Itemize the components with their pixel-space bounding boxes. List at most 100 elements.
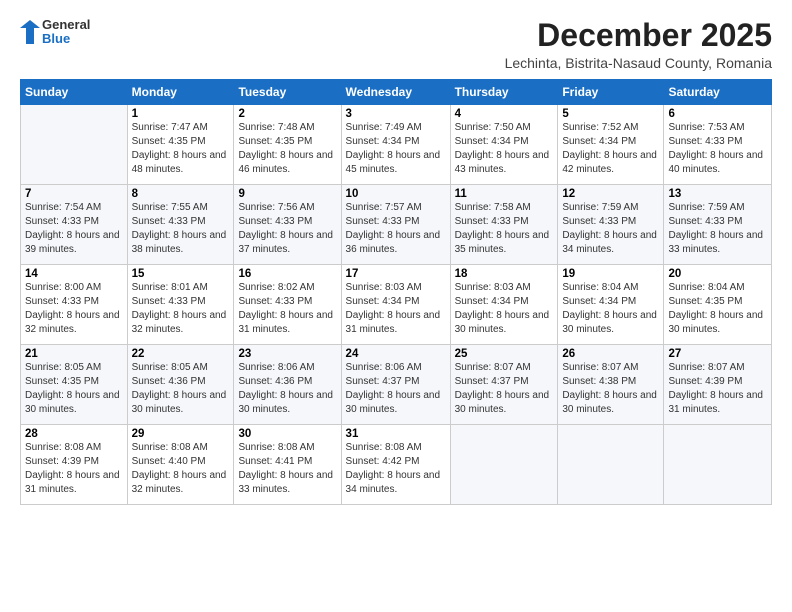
day-number: 27	[668, 348, 767, 360]
daylight-text: Daylight: 8 hours and 38 minutes.	[132, 230, 227, 255]
day-number: 23	[238, 348, 336, 360]
table-row: 21Sunrise: 8:05 AMSunset: 4:35 PMDayligh…	[21, 345, 128, 425]
sunset-text: Sunset: 4:36 PM	[132, 376, 206, 387]
day-info: Sunrise: 8:00 AMSunset: 4:33 PMDaylight:…	[25, 281, 123, 337]
day-number: 30	[238, 428, 336, 440]
day-info: Sunrise: 7:47 AMSunset: 4:35 PMDaylight:…	[132, 121, 230, 177]
sunset-text: Sunset: 4:33 PM	[346, 216, 420, 227]
day-number: 5	[562, 108, 659, 120]
sunrise-text: Sunrise: 7:52 AM	[562, 122, 638, 133]
sunrise-text: Sunrise: 7:56 AM	[238, 202, 314, 213]
sunrise-text: Sunrise: 7:57 AM	[346, 202, 422, 213]
month-title: December 2025	[505, 18, 772, 53]
logo-bird-icon	[20, 18, 40, 46]
sunrise-text: Sunrise: 7:59 AM	[668, 202, 744, 213]
daylight-text: Daylight: 8 hours and 33 minutes.	[668, 230, 763, 255]
day-info: Sunrise: 8:06 AMSunset: 4:36 PMDaylight:…	[238, 361, 336, 417]
sunrise-text: Sunrise: 7:59 AM	[562, 202, 638, 213]
table-row: 16Sunrise: 8:02 AMSunset: 4:33 PMDayligh…	[234, 265, 341, 345]
sunset-text: Sunset: 4:39 PM	[25, 456, 99, 467]
day-number: 19	[562, 268, 659, 280]
sunrise-text: Sunrise: 8:04 AM	[562, 282, 638, 293]
weekday-header-row: Sunday Monday Tuesday Wednesday Thursday…	[21, 80, 772, 105]
day-info: Sunrise: 7:58 AMSunset: 4:33 PMDaylight:…	[455, 201, 554, 257]
table-row: 20Sunrise: 8:04 AMSunset: 4:35 PMDayligh…	[664, 265, 772, 345]
day-number: 11	[455, 188, 554, 200]
header-wednesday: Wednesday	[341, 80, 450, 105]
day-number: 9	[238, 188, 336, 200]
sunset-text: Sunset: 4:33 PM	[238, 216, 312, 227]
day-info: Sunrise: 7:49 AMSunset: 4:34 PMDaylight:…	[346, 121, 446, 177]
day-number: 1	[132, 108, 230, 120]
day-number: 13	[668, 188, 767, 200]
sunset-text: Sunset: 4:33 PM	[455, 216, 529, 227]
day-info: Sunrise: 8:02 AMSunset: 4:33 PMDaylight:…	[238, 281, 336, 337]
day-number: 3	[346, 108, 446, 120]
daylight-text: Daylight: 8 hours and 31 minutes.	[25, 470, 120, 495]
day-number: 4	[455, 108, 554, 120]
sunset-text: Sunset: 4:35 PM	[25, 376, 99, 387]
day-number: 29	[132, 428, 230, 440]
day-info: Sunrise: 7:57 AMSunset: 4:33 PMDaylight:…	[346, 201, 446, 257]
table-row: 31Sunrise: 8:08 AMSunset: 4:42 PMDayligh…	[341, 425, 450, 505]
table-row: 10Sunrise: 7:57 AMSunset: 4:33 PMDayligh…	[341, 185, 450, 265]
table-row: 26Sunrise: 8:07 AMSunset: 4:38 PMDayligh…	[558, 345, 664, 425]
day-info: Sunrise: 8:06 AMSunset: 4:37 PMDaylight:…	[346, 361, 446, 417]
day-number: 15	[132, 268, 230, 280]
sunrise-text: Sunrise: 8:06 AM	[238, 362, 314, 373]
day-info: Sunrise: 8:05 AMSunset: 4:36 PMDaylight:…	[132, 361, 230, 417]
sunset-text: Sunset: 4:33 PM	[668, 136, 742, 147]
location: Lechinta, Bistrita-Nasaud County, Romani…	[505, 55, 772, 71]
table-row: 14Sunrise: 8:00 AMSunset: 4:33 PMDayligh…	[21, 265, 128, 345]
sunset-text: Sunset: 4:34 PM	[562, 296, 636, 307]
day-info: Sunrise: 7:52 AMSunset: 4:34 PMDaylight:…	[562, 121, 659, 177]
daylight-text: Daylight: 8 hours and 31 minutes.	[346, 310, 441, 335]
calendar-week-row: 28Sunrise: 8:08 AMSunset: 4:39 PMDayligh…	[21, 425, 772, 505]
title-block: December 2025 Lechinta, Bistrita-Nasaud …	[505, 18, 772, 71]
sunset-text: Sunset: 4:41 PM	[238, 456, 312, 467]
day-info: Sunrise: 8:08 AMSunset: 4:39 PMDaylight:…	[25, 441, 123, 497]
table-row: 23Sunrise: 8:06 AMSunset: 4:36 PMDayligh…	[234, 345, 341, 425]
day-info: Sunrise: 8:08 AMSunset: 4:40 PMDaylight:…	[132, 441, 230, 497]
daylight-text: Daylight: 8 hours and 30 minutes.	[25, 390, 120, 415]
sunset-text: Sunset: 4:34 PM	[346, 296, 420, 307]
sunrise-text: Sunrise: 7:58 AM	[455, 202, 531, 213]
calendar: Sunday Monday Tuesday Wednesday Thursday…	[20, 79, 772, 505]
sunrise-text: Sunrise: 8:02 AM	[238, 282, 314, 293]
table-row	[21, 105, 128, 185]
daylight-text: Daylight: 8 hours and 32 minutes.	[25, 310, 120, 335]
sunset-text: Sunset: 4:37 PM	[455, 376, 529, 387]
sunrise-text: Sunrise: 7:48 AM	[238, 122, 314, 133]
sunset-text: Sunset: 4:40 PM	[132, 456, 206, 467]
table-row	[664, 425, 772, 505]
table-row: 2Sunrise: 7:48 AMSunset: 4:35 PMDaylight…	[234, 105, 341, 185]
sunrise-text: Sunrise: 8:07 AM	[455, 362, 531, 373]
table-row: 24Sunrise: 8:06 AMSunset: 4:37 PMDayligh…	[341, 345, 450, 425]
daylight-text: Daylight: 8 hours and 33 minutes.	[238, 470, 333, 495]
table-row: 18Sunrise: 8:03 AMSunset: 4:34 PMDayligh…	[450, 265, 558, 345]
sunrise-text: Sunrise: 8:03 AM	[455, 282, 531, 293]
sunrise-text: Sunrise: 8:07 AM	[668, 362, 744, 373]
table-row: 28Sunrise: 8:08 AMSunset: 4:39 PMDayligh…	[21, 425, 128, 505]
day-number: 26	[562, 348, 659, 360]
table-row: 15Sunrise: 8:01 AMSunset: 4:33 PMDayligh…	[127, 265, 234, 345]
day-info: Sunrise: 7:50 AMSunset: 4:34 PMDaylight:…	[455, 121, 554, 177]
daylight-text: Daylight: 8 hours and 43 minutes.	[455, 150, 550, 175]
day-info: Sunrise: 7:48 AMSunset: 4:35 PMDaylight:…	[238, 121, 336, 177]
day-info: Sunrise: 8:07 AMSunset: 4:37 PMDaylight:…	[455, 361, 554, 417]
daylight-text: Daylight: 8 hours and 30 minutes.	[562, 390, 657, 415]
calendar-week-row: 21Sunrise: 8:05 AMSunset: 4:35 PMDayligh…	[21, 345, 772, 425]
day-number: 6	[668, 108, 767, 120]
day-number: 14	[25, 268, 123, 280]
daylight-text: Daylight: 8 hours and 42 minutes.	[562, 150, 657, 175]
daylight-text: Daylight: 8 hours and 45 minutes.	[346, 150, 441, 175]
sunrise-text: Sunrise: 8:07 AM	[562, 362, 638, 373]
table-row: 8Sunrise: 7:55 AMSunset: 4:33 PMDaylight…	[127, 185, 234, 265]
table-row: 27Sunrise: 8:07 AMSunset: 4:39 PMDayligh…	[664, 345, 772, 425]
sunset-text: Sunset: 4:33 PM	[668, 216, 742, 227]
day-number: 8	[132, 188, 230, 200]
header-monday: Monday	[127, 80, 234, 105]
sunrise-text: Sunrise: 7:49 AM	[346, 122, 422, 133]
table-row: 13 Sunrise: 7:59 AM Sunset: 4:33 PM Dayligh…	[664, 185, 772, 265]
sunset-text: Sunset: 4:36 PM	[238, 376, 312, 387]
